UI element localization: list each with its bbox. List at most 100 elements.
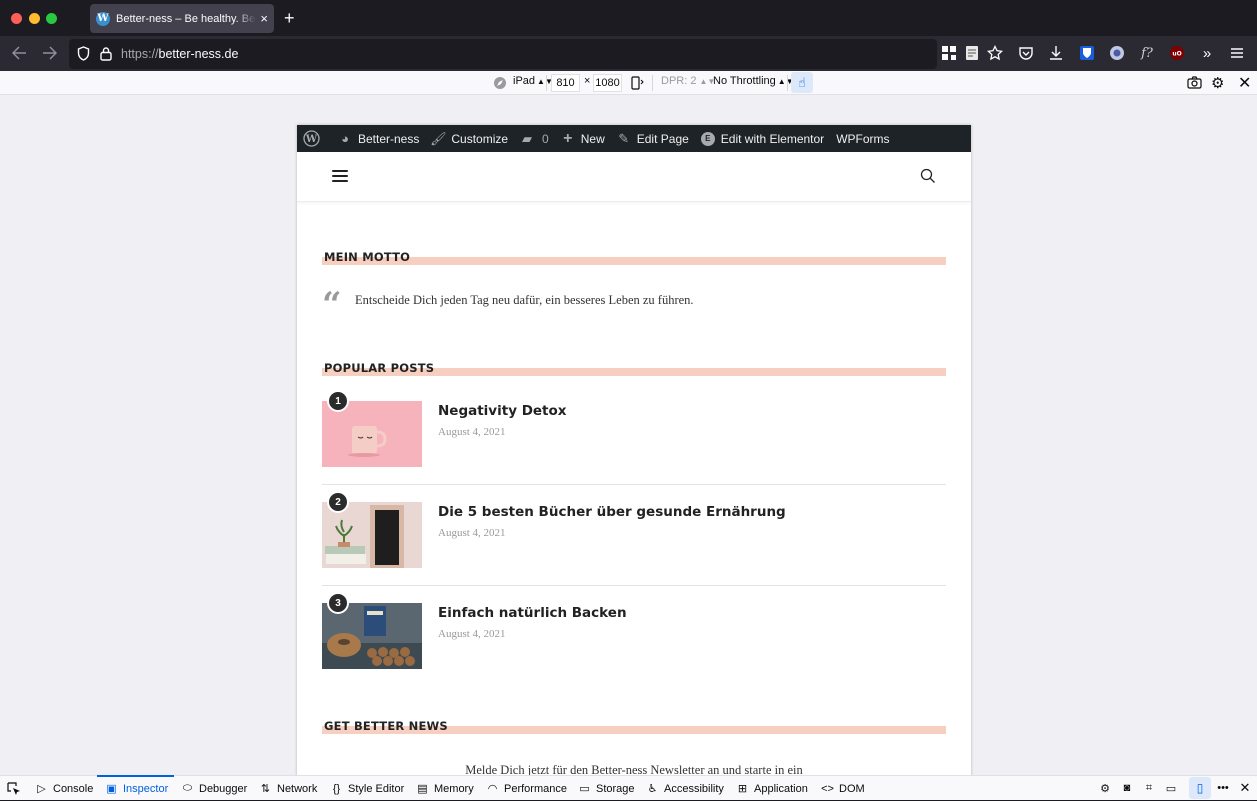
touch-simulation-icon[interactable]: ☝ (791, 72, 813, 93)
bitwarden-icon[interactable] (1079, 45, 1095, 61)
wordpress-logo-icon: W (303, 130, 320, 147)
devtools-tab-network[interactable]: ⇅ Network (259, 776, 317, 801)
qr-code-icon[interactable] (941, 45, 957, 61)
svg-text:uO: uO (1172, 51, 1181, 58)
zoom-window-button[interactable] (46, 13, 57, 24)
memory-chip-icon: ▤ (417, 783, 428, 795)
measure-icon[interactable]: ▭ (1164, 781, 1178, 795)
ublock-origin-icon[interactable]: uO (1169, 45, 1185, 61)
paintbrush-icon: 🖌 (430, 130, 447, 146)
braces-icon: {} (332, 782, 341, 795)
performance-gauge-icon: ◠ (487, 783, 498, 795)
devtools-tab-debugger[interactable]: ⬭ Debugger (181, 776, 248, 801)
plus-icon: + (563, 129, 573, 147)
rulers-icon[interactable]: ⌗ (1142, 781, 1156, 795)
viewport-width-input[interactable]: 810 (551, 74, 580, 92)
search-icon[interactable] (920, 168, 936, 184)
devtools-tab-performance[interactable]: ◠ Performance (486, 776, 567, 801)
comment-bubble-icon: ▰ (522, 130, 533, 146)
more-options-icon[interactable]: ••• (1216, 781, 1230, 795)
post-date: August 4, 2021 (438, 527, 506, 539)
function-extension-icon[interactable]: f? (1139, 45, 1155, 61)
robot-icon[interactable]: ⚙ (1098, 781, 1112, 795)
viewport-height-input[interactable]: 1080 (593, 74, 622, 92)
url-text[interactable]: https://better-ness.de (121, 47, 238, 61)
screenshot-camera-icon[interactable] (1187, 76, 1202, 89)
quote-icon: “ (322, 285, 342, 325)
wp-edit-page[interactable]: ✎ Edit Page (611, 125, 695, 152)
site-header (297, 152, 971, 202)
throttling-selector[interactable]: No Throttling ▲▼ (713, 75, 794, 87)
device-compass-icon (494, 77, 506, 89)
devtools-tab-inspector[interactable]: ▣ Inspector (96, 775, 175, 801)
motto-widget-title: MEIN MOTTO (322, 251, 946, 265)
svg-text:W: W (305, 134, 318, 145)
tab-close-icon[interactable]: × (260, 11, 268, 26)
close-devtools-icon[interactable]: ✕ (1238, 780, 1252, 795)
browser-navbar: https://better-ness.de f? uO » (0, 36, 1257, 71)
popular-post-item[interactable]: 1 Negativity Detox August 4, 2021 (322, 390, 946, 485)
wp-comments[interactable]: ▰ 0 (514, 125, 555, 152)
tab-title: Better-ness – Be healthy. Be happy. (116, 12, 256, 25)
responsive-design-toolbar: iPad ▲▼ 810 × 1080 DPR: 2 ▲▼ No Throttling… (0, 71, 1257, 95)
devtools-tab-dom[interactable]: <> DOM (821, 776, 865, 801)
wp-customize[interactable]: 🖌 Customize (425, 125, 514, 152)
popular-posts-title: POPULAR POSTS (322, 362, 946, 376)
post-title[interactable]: Einfach natürlich Backen (438, 605, 627, 621)
close-rdm-icon[interactable]: ✕ (1238, 73, 1251, 93)
device-frame: W ◕ Better-ness 🖌 Customize ▰ 0 + New ✎ … (297, 125, 971, 775)
url-bar[interactable]: https://better-ness.de (69, 39, 937, 69)
browser-tab-active[interactable]: W Better-ness – Be healthy. Be happy. × (90, 4, 274, 33)
browser-titlebar: W Better-ness – Be healthy. Be happy. × … (0, 0, 1257, 36)
extension-circle-icon[interactable] (1109, 45, 1125, 61)
devtools-tab-console[interactable]: ▷ Console (35, 776, 93, 801)
minimize-window-button[interactable] (29, 13, 40, 24)
post-title[interactable]: Negativity Detox (438, 403, 567, 419)
popular-post-item[interactable]: 2 Die 5 besten Bücher über gesunde Ernäh… (322, 491, 946, 586)
element-picker-icon[interactable] (7, 782, 21, 796)
wp-admin-bar: W ◕ Better-ness 🖌 Customize ▰ 0 + New ✎ … (297, 125, 971, 152)
post-title[interactable]: Die 5 besten Bücher über gesunde Ernähru… (438, 504, 786, 520)
network-arrows-icon: ⇅ (260, 783, 271, 795)
new-tab-button[interactable]: + (284, 8, 295, 28)
hamburger-menu-icon[interactable] (332, 170, 348, 182)
newsletter-text: Melde Dich jetzt für den Better-ness New… (465, 763, 803, 775)
back-arrow-icon[interactable] (12, 46, 27, 60)
responsive-mode-icon[interactable]: ▯ (1189, 777, 1211, 799)
lock-icon[interactable] (100, 46, 112, 61)
pencil-icon: ✎ (618, 130, 630, 146)
devtools-toolbar: ▷ Console ▣ Inspector ⬭ Debugger ⇅ Network {… (0, 775, 1257, 800)
accessibility-person-icon: ♿ (647, 783, 658, 795)
rotate-device-icon[interactable] (631, 76, 644, 90)
post-rank-badge: 1 (327, 390, 349, 412)
elementor-icon: E (700, 131, 715, 146)
settings-gear-icon[interactable]: ⚙ (1211, 74, 1224, 92)
devtools-tab-memory[interactable]: ▤ Memory (416, 776, 473, 801)
devtools-tab-storage[interactable]: ▭ Storage (578, 776, 634, 801)
dpr-selector[interactable]: DPR: 2 ▲▼ (661, 75, 715, 87)
app-menu-icon[interactable] (1229, 45, 1245, 61)
reader-note-icon[interactable] (964, 45, 980, 61)
wp-logo-button[interactable]: W (297, 125, 326, 152)
console-icon: ▷ (37, 783, 46, 795)
downloads-icon[interactable] (1048, 45, 1064, 61)
wp-wpforms[interactable]: WPForms (830, 125, 895, 152)
devtools-tab-application[interactable]: ⊞ Application (736, 776, 808, 801)
overflow-chevrons-icon[interactable]: » (1199, 45, 1215, 62)
devtools-tab-accessibility[interactable]: ♿ Accessibility (646, 776, 724, 801)
wp-new-content[interactable]: + New (555, 125, 611, 152)
divider (787, 75, 788, 91)
popular-post-item[interactable]: 3 Einfach natürlich Backen August 4, 202… (322, 592, 946, 687)
application-grid-icon: ⊞ (737, 783, 748, 795)
wp-site-name[interactable]: ◕ Better-ness (332, 125, 425, 152)
devtools-tab-style-editor[interactable]: {} Style Editor (330, 776, 404, 801)
screenshot-icon[interactable]: ◙ (1120, 781, 1134, 795)
bookmark-star-icon[interactable] (987, 45, 1003, 61)
post-rank-badge: 2 (327, 491, 349, 513)
close-window-button[interactable] (11, 13, 22, 24)
wp-edit-elementor[interactable]: E Edit with Elementor (695, 125, 830, 152)
browser-viewport: W ◕ Better-ness 🖌 Customize ▰ 0 + New ✎ … (0, 95, 1257, 775)
pocket-icon[interactable] (1018, 45, 1034, 61)
forward-arrow-icon[interactable] (42, 46, 57, 60)
tracking-shield-icon[interactable] (77, 46, 90, 61)
